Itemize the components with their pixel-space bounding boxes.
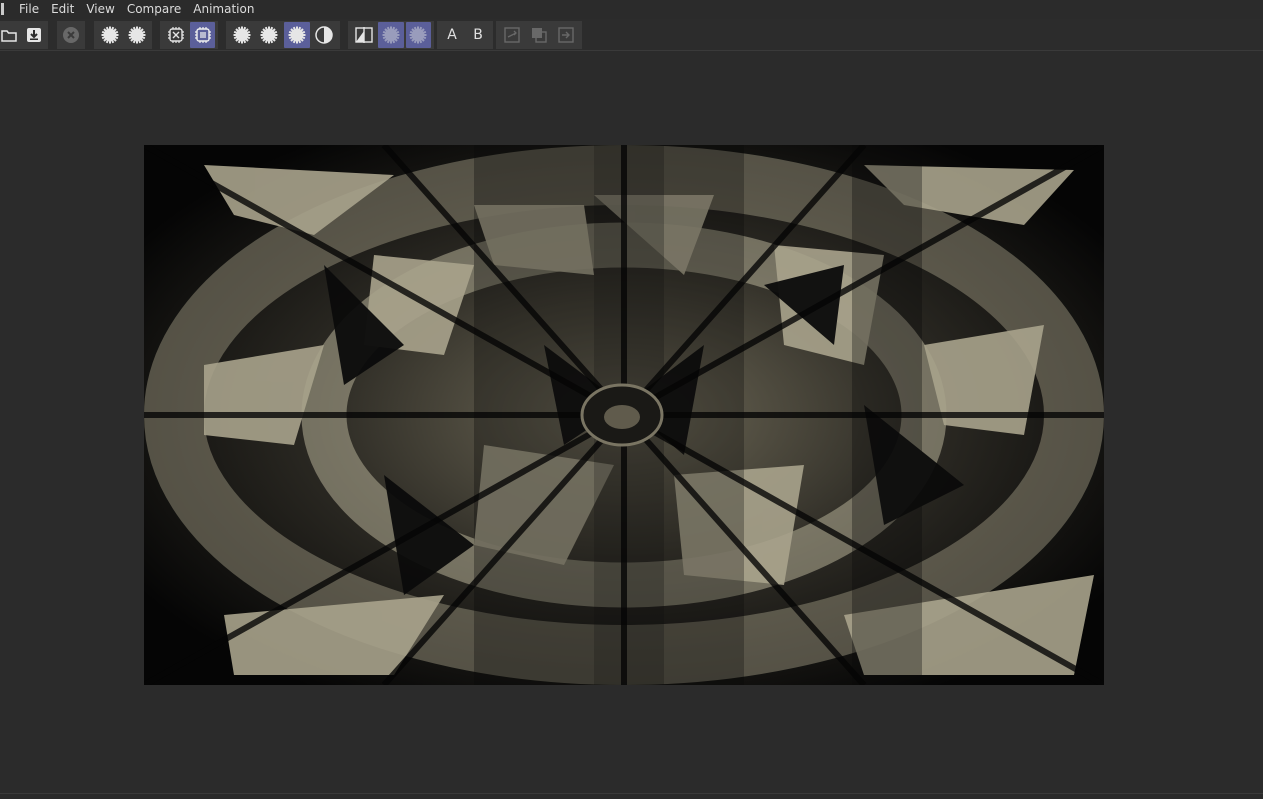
toolbar-group-file xyxy=(0,21,48,49)
chip-x-button[interactable] xyxy=(163,22,188,48)
gear-icon xyxy=(409,26,427,44)
chip-list-icon xyxy=(194,27,211,43)
gear-icon xyxy=(260,26,278,44)
gear-icon xyxy=(382,26,400,44)
gear-icon xyxy=(128,26,145,44)
diff-icon xyxy=(558,27,575,43)
toolbar-group-settings-a xyxy=(94,21,152,49)
settings-button-2[interactable] xyxy=(124,22,149,48)
menu-compare[interactable]: Compare xyxy=(121,1,187,17)
toolbar: A B xyxy=(0,19,1263,51)
swap-icon xyxy=(503,27,520,43)
toolbar-group-ab: A B xyxy=(437,21,493,49)
channel-button-3[interactable] xyxy=(284,22,310,48)
toolbar-group-diff xyxy=(496,21,582,49)
rendered-image-canvas xyxy=(144,145,1104,685)
menu-animation[interactable]: Animation xyxy=(187,1,260,17)
compare-mode-button-1[interactable] xyxy=(378,22,404,48)
rendered-image[interactable] xyxy=(144,145,1104,685)
image-viewport[interactable] xyxy=(0,52,1263,793)
save-button[interactable] xyxy=(22,22,45,48)
compare-mode-button-2[interactable] xyxy=(405,22,431,48)
channel-button-2[interactable] xyxy=(257,22,283,48)
select-a-button[interactable]: A xyxy=(440,22,464,48)
menu-file[interactable]: File xyxy=(13,1,45,17)
contrast-button[interactable] xyxy=(312,22,338,48)
contrast-icon xyxy=(315,26,333,44)
toolbar-group-channels xyxy=(226,21,340,49)
gear-icon xyxy=(101,26,118,44)
menu-grip-icon[interactable] xyxy=(1,3,4,15)
select-b-button[interactable]: B xyxy=(466,22,490,48)
gear-icon xyxy=(288,26,306,44)
menu-view[interactable]: View xyxy=(80,1,120,17)
save-download-icon xyxy=(26,28,41,42)
gear-icon xyxy=(233,26,251,44)
chip-list-button[interactable] xyxy=(190,22,215,48)
swap-button[interactable] xyxy=(499,22,524,48)
toolbar-group-chip xyxy=(160,21,218,49)
split-compare-button[interactable] xyxy=(351,22,376,48)
overlay-button[interactable] xyxy=(526,22,551,48)
channel-button-1[interactable] xyxy=(229,22,255,48)
diff-button[interactable] xyxy=(554,22,579,48)
menu-edit[interactable]: Edit xyxy=(45,1,80,17)
settings-button-1[interactable] xyxy=(97,22,122,48)
close-circle-icon xyxy=(63,27,79,43)
open-folder-button[interactable] xyxy=(0,22,20,48)
menu-bar: File Edit View Compare Animation xyxy=(0,0,1263,18)
toolbar-group-close xyxy=(57,21,85,49)
close-image-button[interactable] xyxy=(60,22,82,48)
chip-x-icon xyxy=(167,27,184,43)
status-bar xyxy=(0,793,1263,799)
split-compare-icon xyxy=(354,27,373,43)
toolbar-group-compare xyxy=(348,21,434,49)
folder-open-icon xyxy=(0,30,17,42)
overlay-icon xyxy=(531,28,547,43)
